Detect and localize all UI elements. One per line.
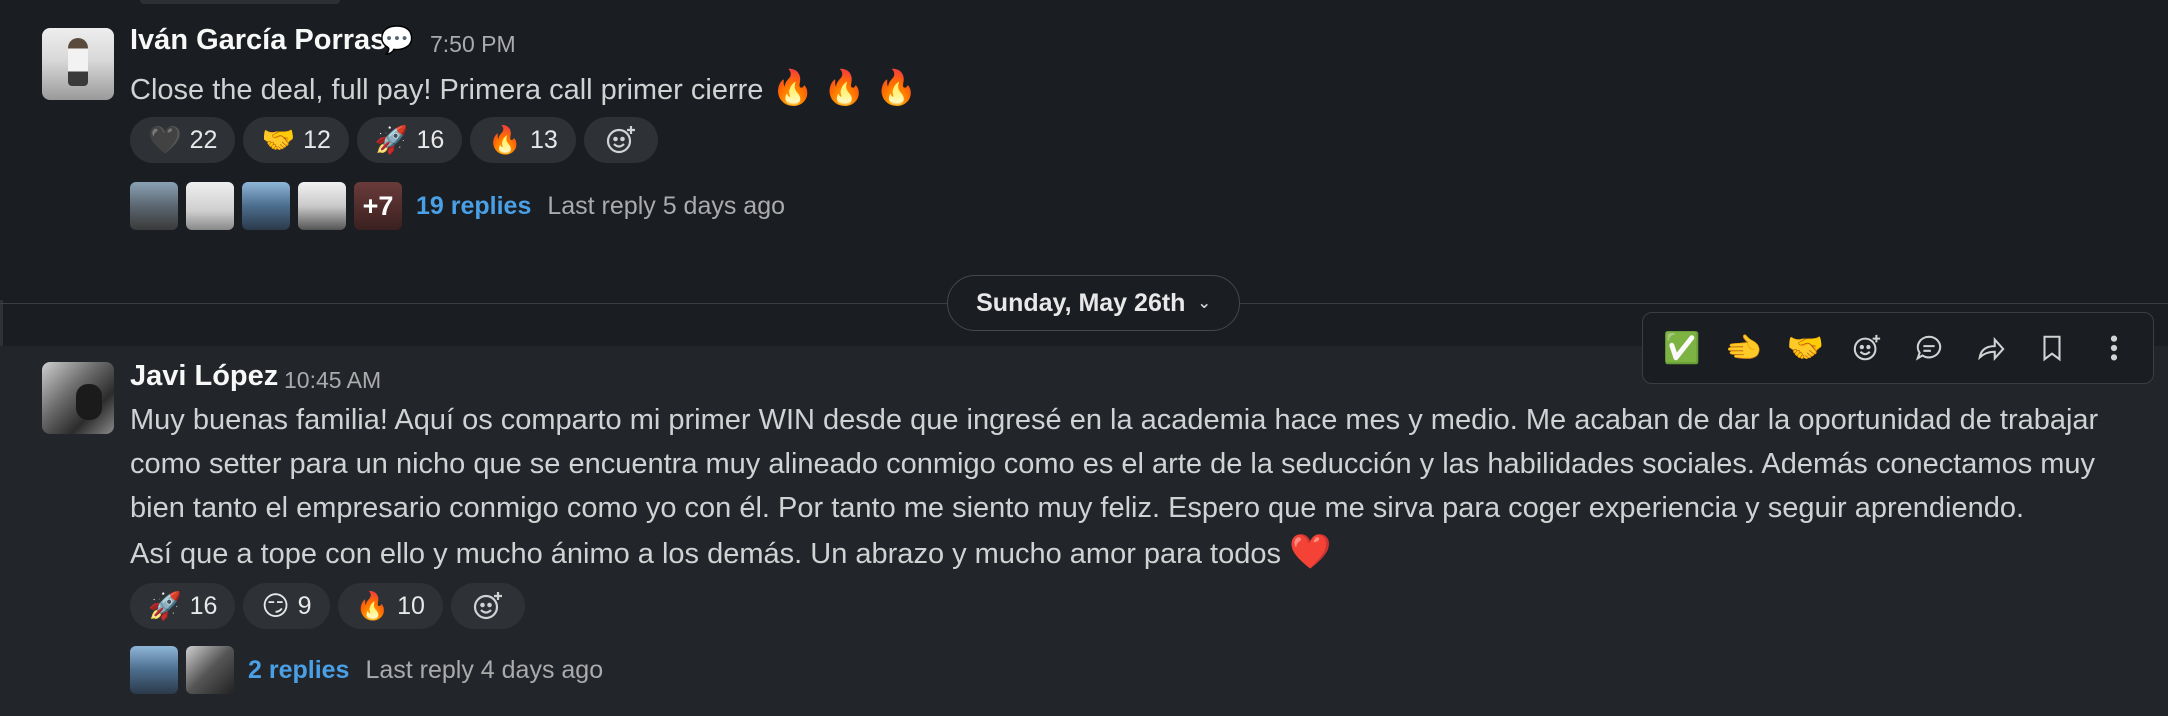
date-divider-button[interactable]: Sunday, May 26th ⌄ <box>947 275 1240 331</box>
reaction-rocket[interactable]: 🚀 16 <box>130 583 236 629</box>
reaction-fire[interactable]: 🔥 10 <box>337 583 443 629</box>
reaction-bar: 🖤 22 🤝 12 🚀 16 🔥 13 <box>130 117 658 163</box>
handshake-icon: 🤝 <box>261 125 296 155</box>
hand-icon: 🫲 <box>1724 331 1763 365</box>
reaction-bar: 🚀 16 😏 9 🔥 10 <box>130 583 525 629</box>
previous-message-edge <box>140 0 340 4</box>
share-icon <box>1977 336 2005 361</box>
last-reply-time: Last reply 4 days ago <box>365 655 604 684</box>
replier-avatar <box>186 646 234 694</box>
message-line: bien tanto el empresario conmigo como yo… <box>130 492 2025 524</box>
thread-summary[interactable]: +7 19 replies Last reply 5 days ago <box>130 182 785 230</box>
last-reply-time: Last reply 5 days ago <box>547 191 786 220</box>
more-actions-button[interactable] <box>2088 322 2140 374</box>
avatar[interactable] <box>42 28 114 100</box>
more-repliers-count: +7 <box>354 182 402 230</box>
handshake-icon: 🤝 <box>1786 331 1825 365</box>
add-reaction-icon <box>473 592 502 620</box>
reply-thread-icon <box>1915 335 1942 361</box>
message-line: Muy buenas familia! Aquí os comparto mi … <box>130 404 2099 436</box>
reaction-handshake[interactable]: 🤝 12 <box>243 117 349 163</box>
thread-summary[interactable]: 2 replies Last reply 4 days ago <box>130 646 603 694</box>
replies-link[interactable]: 2 replies <box>248 656 349 685</box>
replier-avatar <box>130 646 178 694</box>
replier-avatar <box>298 182 346 230</box>
red-heart-icon: ❤️ <box>1289 533 1332 571</box>
avatar[interactable] <box>42 362 114 434</box>
fire-icon: 🔥 <box>355 591 390 621</box>
message-ivan[interactable]: Iván García Porras 💬 7:50 PM Close the d… <box>0 0 2168 300</box>
add-reaction-button[interactable] <box>1841 322 1893 374</box>
check-mark-icon: ✅ <box>1663 331 1701 365</box>
replier-avatar <box>242 182 290 230</box>
quick-reaction-check[interactable]: ✅ <box>1656 322 1708 374</box>
message-actions-toolbar: ✅ 🫲 🤝 <box>1642 312 2154 384</box>
message-body: Close the deal, full pay! Primera call p… <box>130 74 764 106</box>
reaction-rocket[interactable]: 🚀 16 <box>356 117 463 163</box>
reaction-fire[interactable]: 🔥 13 <box>470 117 576 163</box>
fire-emoji-icon: 🔥 🔥 🔥 <box>771 69 918 107</box>
message-line: como setter para un nicho que se encuent… <box>130 448 2096 480</box>
author-name[interactable]: Javi López <box>130 360 278 393</box>
reaction-count: 13 <box>529 125 558 154</box>
smirk-icon: 😏 <box>261 590 290 621</box>
quick-reaction-handshake[interactable]: 🤝 <box>1779 322 1831 374</box>
black-heart-icon: 🖤 <box>148 125 182 155</box>
message-javi[interactable]: Javi López 10:45 AM Muy buenas familia! … <box>0 346 2168 716</box>
reaction-smirk[interactable]: 😏 9 <box>243 583 330 629</box>
rocket-icon: 🚀 <box>374 125 409 155</box>
more-actions-icon <box>2111 335 2118 361</box>
reaction-count: 16 <box>189 591 218 620</box>
quick-reaction-hand[interactable]: 🫲 <box>1718 322 1770 374</box>
message-text: Muy buenas familia! Aquí os comparto mi … <box>130 398 2150 576</box>
timestamp[interactable]: 10:45 AM <box>284 367 381 394</box>
chevron-down-icon: ⌄ <box>1197 295 1211 312</box>
replier-avatar <box>186 182 234 230</box>
add-reaction-button[interactable] <box>583 117 658 163</box>
bookmark-icon <box>2043 335 2061 362</box>
author-name[interactable]: Iván García Porras <box>130 24 386 57</box>
message-line: Así que a tope con ello y mucho ánimo a … <box>130 538 1281 570</box>
add-reaction-icon <box>606 126 635 154</box>
reaction-count: 9 <box>297 591 312 620</box>
rocket-icon: 🚀 <box>148 591 182 621</box>
reaction-black-heart[interactable]: 🖤 22 <box>130 117 236 163</box>
replies-link[interactable]: 19 replies <box>416 192 531 221</box>
add-reaction-button[interactable] <box>450 583 525 629</box>
replier-avatar <box>130 182 178 230</box>
timestamp[interactable]: 7:50 PM <box>430 31 516 58</box>
reaction-count: 22 <box>189 125 218 154</box>
share-message-button[interactable] <box>1965 322 2017 374</box>
message-text: Close the deal, full pay! Primera call p… <box>130 66 917 112</box>
reaction-count: 16 <box>416 125 445 154</box>
fire-icon: 🔥 <box>488 125 522 155</box>
add-reaction-icon <box>1853 334 1881 361</box>
date-label: Sunday, May 26th <box>976 288 1186 317</box>
reply-in-thread-button[interactable] <box>1903 322 1955 374</box>
save-for-later-button[interactable] <box>2026 322 2078 374</box>
reaction-count: 12 <box>303 125 331 154</box>
reaction-count: 10 <box>397 591 425 620</box>
status-speech-bubble-icon: 💬 <box>380 25 414 55</box>
